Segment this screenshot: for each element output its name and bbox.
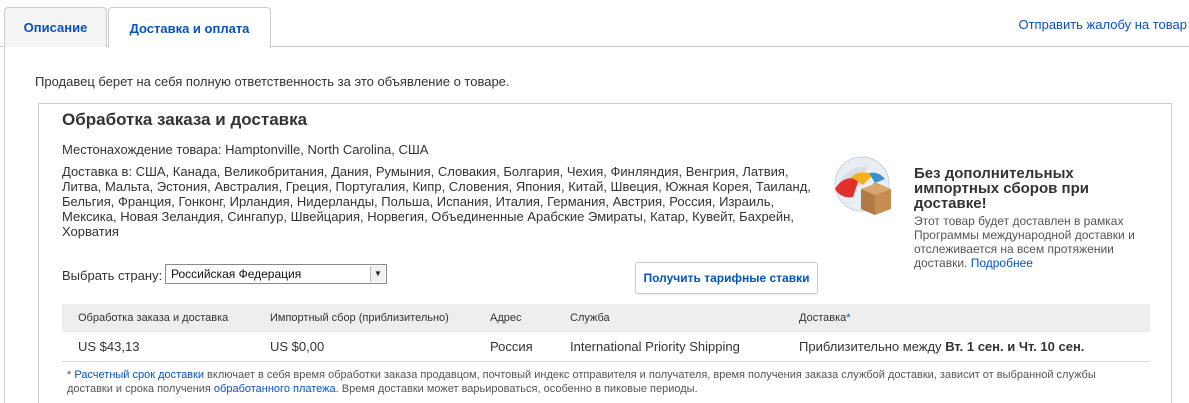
service-value: International Priority Shipping bbox=[570, 339, 740, 354]
header-import-fee: Импортный сбор (приблизительно) bbox=[270, 312, 449, 324]
delivery-estimate: Приблизительно между Вт. 1 сен. и Чт. 10… bbox=[799, 332, 1084, 361]
country-selected-value: Российская Федерация bbox=[171, 267, 302, 281]
estimated-delivery-link[interactable]: Расчетный срок доставки bbox=[74, 369, 204, 381]
import-fee-value: US $0,00 bbox=[270, 339, 325, 354]
report-item-link[interactable]: Отправить жалобу на товар bbox=[1018, 17, 1187, 32]
learn-more-link[interactable]: Подробнее bbox=[971, 256, 1033, 270]
tab-description[interactable]: Описание bbox=[4, 7, 107, 47]
globe-box-icon bbox=[834, 156, 891, 215]
delivery-dates: Вт. 1 сен. и Чт. 10 сен. bbox=[945, 339, 1085, 354]
tab-delivery-payment[interactable]: Доставка и оплата bbox=[108, 7, 271, 48]
header-star: * bbox=[846, 312, 851, 324]
shipping-table: Обработка заказа и доставка Импортный сб… bbox=[62, 304, 1150, 362]
chevron-down-icon: ▼ bbox=[370, 266, 385, 282]
get-rates-button[interactable]: Получить тарифные ставки bbox=[635, 262, 818, 294]
table-row: US $43,13 US $0,00 Россия International … bbox=[62, 332, 1150, 362]
panel-title: Обработка заказа и доставка bbox=[62, 110, 308, 129]
item-location: Местонахождение товара: Hamptonville, No… bbox=[62, 142, 429, 157]
import-fee-promo: Без дополнительных импортных сборов при … bbox=[914, 166, 1154, 270]
header-address: Адрес bbox=[490, 312, 522, 324]
country-select[interactable]: Российская Федерация ▼ bbox=[165, 264, 387, 284]
delivery-footnote: * Расчетный срок доставки включает в себ… bbox=[67, 368, 1127, 396]
promo-text: Этот товар будет доставлен в рамках Прог… bbox=[914, 214, 1154, 270]
header-delivery: Доставка * bbox=[799, 304, 851, 332]
shipping-cost: US $43,13 bbox=[78, 339, 140, 354]
header-service: Служба bbox=[570, 312, 610, 324]
shipping-panel: Обработка заказа и доставка Местонахожде… bbox=[38, 103, 1172, 403]
header-delivery-label: Доставка bbox=[799, 312, 847, 324]
processed-payment-link[interactable]: обработанного платежа bbox=[214, 383, 336, 395]
promo-title: Без дополнительных импортных сборов при … bbox=[914, 165, 1089, 212]
seller-responsibility-text: Продавец берет на себя полную ответствен… bbox=[35, 74, 510, 89]
header-handling: Обработка заказа и доставка bbox=[78, 312, 229, 324]
ships-to-list: Доставка в: США, Канада, Великобритания,… bbox=[62, 164, 811, 239]
footnote-text-2: . Время доставки может варьироваться, ос… bbox=[335, 383, 698, 395]
address-value: Россия bbox=[490, 339, 533, 354]
country-label: Выбрать страну: bbox=[62, 268, 163, 283]
delivery-prefix: Приблизительно между bbox=[799, 339, 942, 354]
table-header: Обработка заказа и доставка Импортный сб… bbox=[62, 304, 1150, 332]
footnote-star: * bbox=[67, 369, 72, 381]
tab-content: Продавец берет на себя полную ответствен… bbox=[4, 46, 1189, 403]
tab-bar: Описание Доставка и оплата Отправить жал… bbox=[0, 0, 1189, 48]
